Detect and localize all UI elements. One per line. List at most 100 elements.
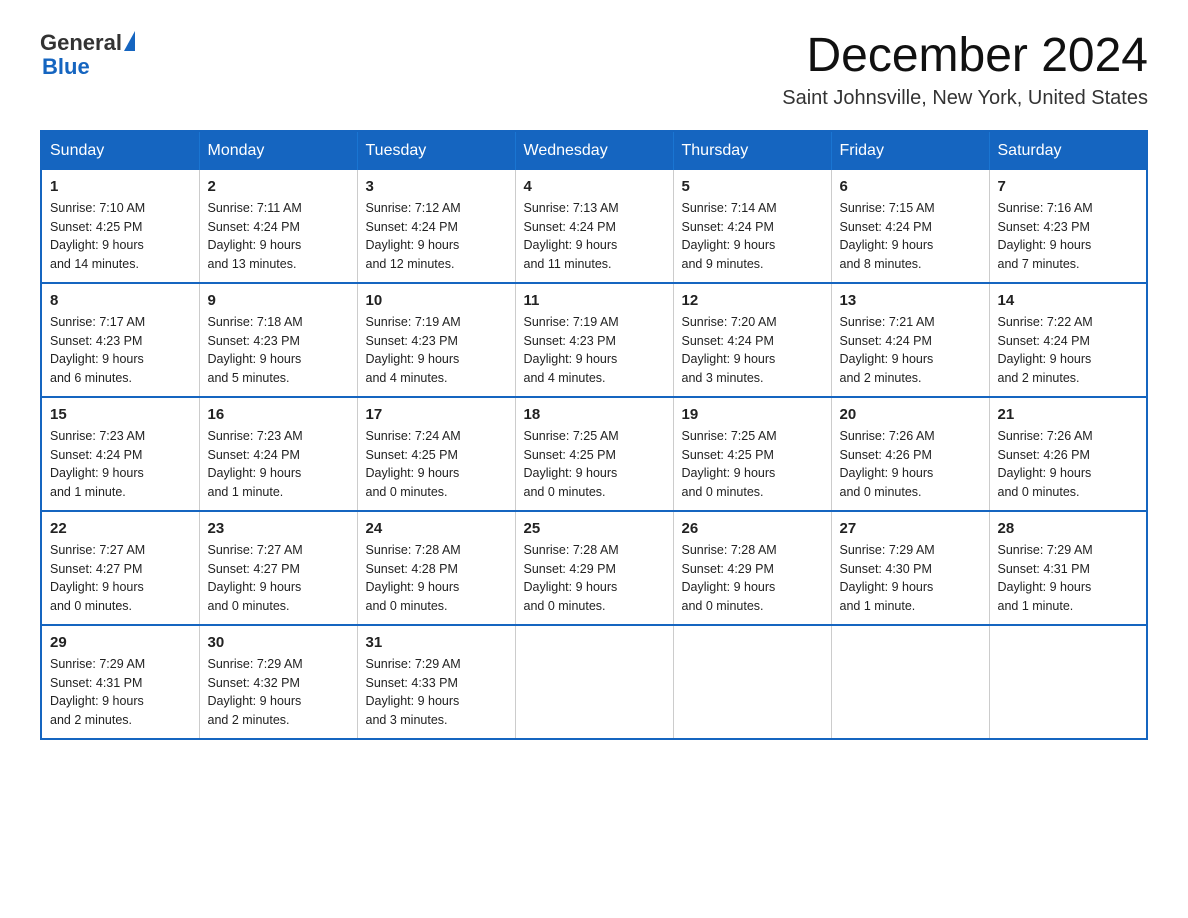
calendar-cell xyxy=(831,625,989,739)
day-info: Sunrise: 7:25 AMSunset: 4:25 PMDaylight:… xyxy=(682,427,823,502)
day-info: Sunrise: 7:23 AMSunset: 4:24 PMDaylight:… xyxy=(208,427,349,502)
logo: General Blue xyxy=(40,30,135,80)
day-of-week-wednesday: Wednesday xyxy=(515,131,673,170)
calendar-cell: 25Sunrise: 7:28 AMSunset: 4:29 PMDayligh… xyxy=(515,511,673,625)
day-info: Sunrise: 7:15 AMSunset: 4:24 PMDaylight:… xyxy=(840,199,981,274)
calendar-cell xyxy=(989,625,1147,739)
calendar-cell: 3 Sunrise: 7:12 AMSunset: 4:24 PMDaylight… xyxy=(357,170,515,283)
day-info: Sunrise: 7:23 AMSunset: 4:24 PMDaylight:… xyxy=(50,427,191,502)
day-info: Sunrise: 7:29 AMSunset: 4:31 PMDaylight:… xyxy=(50,655,191,730)
calendar-cell: 6 Sunrise: 7:15 AMSunset: 4:24 PMDaylight… xyxy=(831,170,989,283)
day-info: Sunrise: 7:28 AMSunset: 4:29 PMDaylight:… xyxy=(682,541,823,616)
day-number: 18 xyxy=(524,406,665,423)
day-of-week-saturday: Saturday xyxy=(989,131,1147,170)
day-info: Sunrise: 7:25 AMSunset: 4:25 PMDaylight:… xyxy=(524,427,665,502)
day-info: Sunrise: 7:29 AMSunset: 4:31 PMDaylight:… xyxy=(998,541,1139,616)
day-number: 29 xyxy=(50,634,191,651)
day-info: Sunrise: 7:17 AMSunset: 4:23 PMDaylight:… xyxy=(50,313,191,388)
day-info: Sunrise: 7:13 AMSunset: 4:24 PMDaylight:… xyxy=(524,199,665,274)
calendar-cell: 20 Sunrise: 7:26 AMSunset: 4:26 PMDayligh… xyxy=(831,397,989,511)
day-info: Sunrise: 7:27 AMSunset: 4:27 PMDaylight:… xyxy=(50,541,191,616)
calendar-week-row: 29 Sunrise: 7:29 AMSunset: 4:31 PMDayligh… xyxy=(41,625,1147,739)
calendar-body: 1Sunrise: 7:10 AMSunset: 4:25 PMDaylight… xyxy=(41,170,1147,739)
calendar-cell: 1Sunrise: 7:10 AMSunset: 4:25 PMDaylight… xyxy=(41,170,199,283)
calendar-header: SundayMondayTuesdayWednesdayThursdayFrid… xyxy=(41,131,1147,170)
logo-triangle-icon xyxy=(124,31,135,51)
day-number: 26 xyxy=(682,520,823,537)
calendar-cell: 27 Sunrise: 7:29 AMSunset: 4:30 PMDayligh… xyxy=(831,511,989,625)
day-info: Sunrise: 7:16 AMSunset: 4:23 PMDaylight:… xyxy=(998,199,1139,274)
calendar-cell: 26 Sunrise: 7:28 AMSunset: 4:29 PMDayligh… xyxy=(673,511,831,625)
day-number: 19 xyxy=(682,406,823,423)
title-area: December 2024 Saint Johnsville, New York… xyxy=(782,30,1148,110)
calendar-week-row: 1Sunrise: 7:10 AMSunset: 4:25 PMDaylight… xyxy=(41,170,1147,283)
day-info: Sunrise: 7:12 AMSunset: 4:24 PMDaylight:… xyxy=(366,199,507,274)
day-number: 24 xyxy=(366,520,507,537)
month-year-title: December 2024 xyxy=(782,30,1148,83)
day-number: 12 xyxy=(682,292,823,309)
day-number: 3 xyxy=(366,178,507,195)
calendar-cell: 28 Sunrise: 7:29 AMSunset: 4:31 PMDayligh… xyxy=(989,511,1147,625)
calendar-week-row: 8Sunrise: 7:17 AMSunset: 4:23 PMDaylight… xyxy=(41,283,1147,397)
day-info: Sunrise: 7:29 AMSunset: 4:32 PMDaylight:… xyxy=(208,655,349,730)
day-of-week-monday: Monday xyxy=(199,131,357,170)
calendar-cell: 15Sunrise: 7:23 AMSunset: 4:24 PMDayligh… xyxy=(41,397,199,511)
calendar-cell: 16 Sunrise: 7:23 AMSunset: 4:24 PMDayligh… xyxy=(199,397,357,511)
calendar-cell: 23 Sunrise: 7:27 AMSunset: 4:27 PMDayligh… xyxy=(199,511,357,625)
calendar-cell: 10 Sunrise: 7:19 AMSunset: 4:23 PMDayligh… xyxy=(357,283,515,397)
day-info: Sunrise: 7:26 AMSunset: 4:26 PMDaylight:… xyxy=(998,427,1139,502)
day-info: Sunrise: 7:28 AMSunset: 4:28 PMDaylight:… xyxy=(366,541,507,616)
calendar-table: SundayMondayTuesdayWednesdayThursdayFrid… xyxy=(40,130,1148,740)
day-number: 13 xyxy=(840,292,981,309)
page-header: General Blue December 2024 Saint Johnsvi… xyxy=(40,30,1148,110)
calendar-cell: 19 Sunrise: 7:25 AMSunset: 4:25 PMDayligh… xyxy=(673,397,831,511)
calendar-cell: 7 Sunrise: 7:16 AMSunset: 4:23 PMDaylight… xyxy=(989,170,1147,283)
location-subtitle: Saint Johnsville, New York, United State… xyxy=(782,87,1148,110)
day-info: Sunrise: 7:26 AMSunset: 4:26 PMDaylight:… xyxy=(840,427,981,502)
calendar-cell: 29 Sunrise: 7:29 AMSunset: 4:31 PMDayligh… xyxy=(41,625,199,739)
day-info: Sunrise: 7:20 AMSunset: 4:24 PMDaylight:… xyxy=(682,313,823,388)
day-info: Sunrise: 7:19 AMSunset: 4:23 PMDaylight:… xyxy=(524,313,665,388)
calendar-cell: 30 Sunrise: 7:29 AMSunset: 4:32 PMDayligh… xyxy=(199,625,357,739)
day-number: 4 xyxy=(524,178,665,195)
day-number: 11 xyxy=(524,292,665,309)
day-number: 21 xyxy=(998,406,1139,423)
day-number: 5 xyxy=(682,178,823,195)
day-number: 27 xyxy=(840,520,981,537)
day-number: 2 xyxy=(208,178,349,195)
day-number: 28 xyxy=(998,520,1139,537)
day-number: 23 xyxy=(208,520,349,537)
day-info: Sunrise: 7:24 AMSunset: 4:25 PMDaylight:… xyxy=(366,427,507,502)
day-number: 6 xyxy=(840,178,981,195)
day-number: 31 xyxy=(366,634,507,651)
calendar-cell: 9Sunrise: 7:18 AMSunset: 4:23 PMDaylight… xyxy=(199,283,357,397)
day-of-week-friday: Friday xyxy=(831,131,989,170)
calendar-cell: 11 Sunrise: 7:19 AMSunset: 4:23 PMDayligh… xyxy=(515,283,673,397)
calendar-cell: 24 Sunrise: 7:28 AMSunset: 4:28 PMDayligh… xyxy=(357,511,515,625)
day-number: 10 xyxy=(366,292,507,309)
day-number: 22 xyxy=(50,520,191,537)
day-info: Sunrise: 7:21 AMSunset: 4:24 PMDaylight:… xyxy=(840,313,981,388)
calendar-week-row: 15Sunrise: 7:23 AMSunset: 4:24 PMDayligh… xyxy=(41,397,1147,511)
day-of-week-thursday: Thursday xyxy=(673,131,831,170)
day-number: 7 xyxy=(998,178,1139,195)
day-of-week-tuesday: Tuesday xyxy=(357,131,515,170)
calendar-cell xyxy=(515,625,673,739)
day-number: 16 xyxy=(208,406,349,423)
calendar-cell: 22 Sunrise: 7:27 AMSunset: 4:27 PMDayligh… xyxy=(41,511,199,625)
day-info: Sunrise: 7:19 AMSunset: 4:23 PMDaylight:… xyxy=(366,313,507,388)
calendar-cell: 14Sunrise: 7:22 AMSunset: 4:24 PMDayligh… xyxy=(989,283,1147,397)
day-info: Sunrise: 7:10 AMSunset: 4:25 PMDaylight:… xyxy=(50,199,191,274)
day-number: 20 xyxy=(840,406,981,423)
calendar-week-row: 22 Sunrise: 7:27 AMSunset: 4:27 PMDayligh… xyxy=(41,511,1147,625)
day-info: Sunrise: 7:11 AMSunset: 4:24 PMDaylight:… xyxy=(208,199,349,274)
day-info: Sunrise: 7:27 AMSunset: 4:27 PMDaylight:… xyxy=(208,541,349,616)
day-info: Sunrise: 7:28 AMSunset: 4:29 PMDaylight:… xyxy=(524,541,665,616)
calendar-cell: 31Sunrise: 7:29 AMSunset: 4:33 PMDayligh… xyxy=(357,625,515,739)
day-info: Sunrise: 7:14 AMSunset: 4:24 PMDaylight:… xyxy=(682,199,823,274)
calendar-cell: 2 Sunrise: 7:11 AMSunset: 4:24 PMDaylight… xyxy=(199,170,357,283)
day-number: 30 xyxy=(208,634,349,651)
day-info: Sunrise: 7:29 AMSunset: 4:30 PMDaylight:… xyxy=(840,541,981,616)
calendar-cell: 18 Sunrise: 7:25 AMSunset: 4:25 PMDayligh… xyxy=(515,397,673,511)
calendar-cell: 13 Sunrise: 7:21 AMSunset: 4:24 PMDayligh… xyxy=(831,283,989,397)
